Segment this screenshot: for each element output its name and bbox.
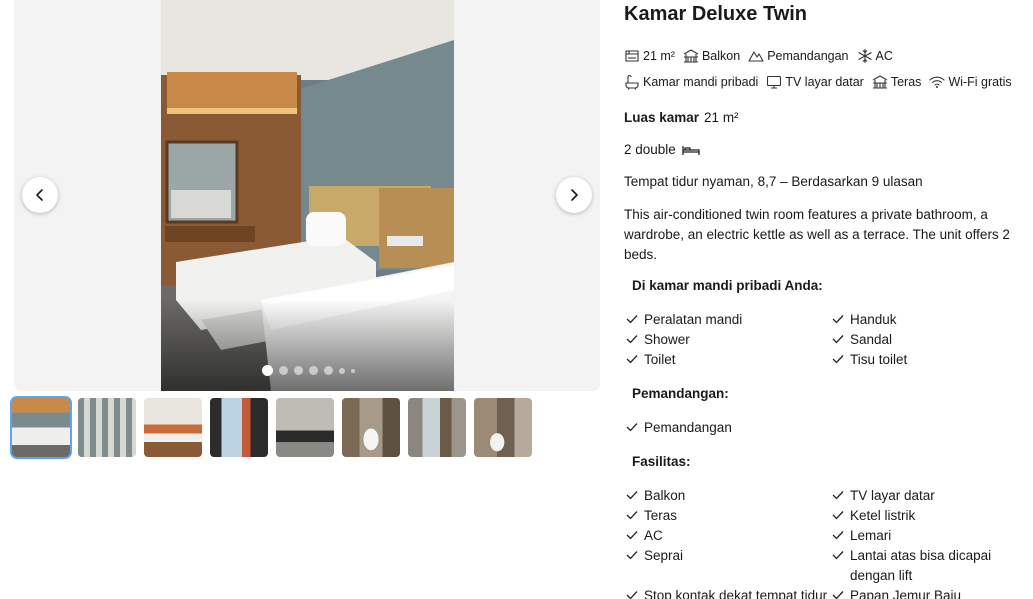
gallery-next-button[interactable]: [556, 177, 592, 213]
checkmark-icon: [626, 355, 638, 364]
thumb-bathroom-sink[interactable]: [276, 398, 334, 457]
list-item: TV layar datar: [832, 486, 1033, 506]
checkmark-icon: [626, 511, 638, 520]
view-section-heading: Pemandangan:: [632, 386, 729, 401]
checkmark-icon: [832, 531, 844, 540]
list-item: Seprai: [626, 546, 832, 586]
gallery-prev-button[interactable]: [22, 177, 58, 213]
list-item: Handuk: [832, 310, 1033, 330]
gallery-dot[interactable]: [261, 365, 273, 376]
bath-icon: [625, 75, 639, 90]
list-item: Papan Jemur Baju: [832, 586, 1033, 599]
list-item: Stop kontak dekat tempat tidur: [626, 586, 832, 599]
chevron-left-icon: [36, 189, 43, 201]
bathroom-section-heading: Di kamar mandi pribadi Anda:: [632, 278, 823, 293]
terrace-icon: [872, 75, 888, 89]
bed-comfort-rating: Tempat tidur nyaman, 8,7 – Berdasarkan 9…: [624, 174, 923, 189]
checkmark-icon: [626, 551, 638, 560]
gallery-dot[interactable]: [323, 366, 333, 375]
chevron-right-icon: [571, 189, 578, 201]
facility-room-size: 21 m²: [624, 48, 675, 64]
facility-ac: AC: [857, 48, 893, 64]
list-item: Balkon: [626, 486, 832, 506]
facility-view: Pemandangan: [748, 48, 849, 64]
thumb-window-view[interactable]: [210, 398, 268, 457]
room-size-line: Luas kamar 21 m²: [624, 110, 739, 125]
checkmark-icon: [832, 355, 844, 364]
facilities-list: Balkon TV layar datar Teras Ketel listri…: [626, 486, 1033, 599]
facility-row-2: Kamar mandi pribadi TV layar datar Teras…: [624, 74, 1012, 90]
gallery-dot[interactable]: [278, 366, 288, 375]
thumb-shower-toilet[interactable]: [474, 398, 532, 457]
facility-wifi: Wi-Fi gratis: [929, 74, 1012, 90]
thumbnail-strip: [10, 396, 532, 459]
thumb-amenities-tray[interactable]: [144, 398, 202, 457]
list-item: Sandal: [832, 330, 1033, 350]
room-size-icon: [625, 50, 639, 62]
gallery-pagination-dots: [14, 365, 600, 376]
checkmark-icon: [626, 531, 638, 540]
thumb-room-door[interactable]: [408, 398, 466, 457]
list-item: Lemari: [832, 526, 1033, 546]
checkmark-icon: [626, 591, 638, 599]
mountain-view-icon: [748, 51, 764, 62]
list-item: Tisu toilet: [832, 350, 1033, 370]
list-item: Toilet: [626, 350, 832, 370]
tv-icon: [767, 75, 782, 89]
gallery-dot[interactable]: [308, 366, 318, 375]
thumb-balcony-corridor[interactable]: [78, 398, 136, 457]
list-item: Lantai atas bisa dicapai dengan lift: [832, 546, 1033, 586]
photo-gallery: [14, 0, 600, 391]
facility-row-1: 21 m² Balkon Pemandangan AC: [624, 48, 893, 64]
bed-configuration: 2 double: [624, 142, 701, 157]
facility-tv: TV layar datar: [766, 74, 864, 90]
list-item: Peralatan mandi: [626, 310, 832, 330]
facility-terrace: Teras: [872, 74, 921, 90]
gallery-dot[interactable]: [293, 366, 303, 375]
gallery-dot[interactable]: [350, 368, 355, 373]
facility-balcony: Balkon: [683, 48, 740, 64]
room-description: This air-conditioned twin room features …: [624, 207, 1010, 262]
checkmark-icon: [626, 315, 638, 324]
gallery-dot[interactable]: [338, 367, 345, 374]
checkmark-icon: [626, 335, 638, 344]
checkmark-icon: [626, 423, 638, 432]
list-item: Pemandangan: [626, 418, 832, 438]
list-item: Teras: [626, 506, 832, 526]
list-item: AC: [626, 526, 832, 546]
checkmark-icon: [832, 335, 844, 344]
thumb-bedroom[interactable]: [10, 396, 72, 459]
main-room-photo[interactable]: [161, 0, 454, 391]
wifi-icon: [929, 76, 945, 88]
checkmark-icon: [832, 315, 844, 324]
checkmark-icon: [832, 511, 844, 520]
checkmark-icon: [626, 491, 638, 500]
list-item: Ketel listrik: [832, 506, 1033, 526]
facility-private-bathroom: Kamar mandi pribadi: [624, 74, 758, 90]
balcony-icon: [683, 49, 699, 63]
checkmark-icon: [832, 551, 844, 560]
view-list: Pemandangan: [626, 418, 1033, 438]
facilities-section-heading: Fasilitas:: [632, 454, 691, 469]
thumb-toilet[interactable]: [342, 398, 400, 457]
bathroom-amenities-list: Peralatan mandi Handuk Shower Sandal Toi…: [626, 310, 1033, 370]
checkmark-icon: [832, 591, 844, 599]
room-title: Kamar Deluxe Twin: [624, 3, 808, 25]
bed-icon: [682, 145, 700, 155]
checkmark-icon: [832, 491, 844, 500]
snowflake-ac-icon: [857, 49, 872, 63]
list-item: Shower: [626, 330, 832, 350]
